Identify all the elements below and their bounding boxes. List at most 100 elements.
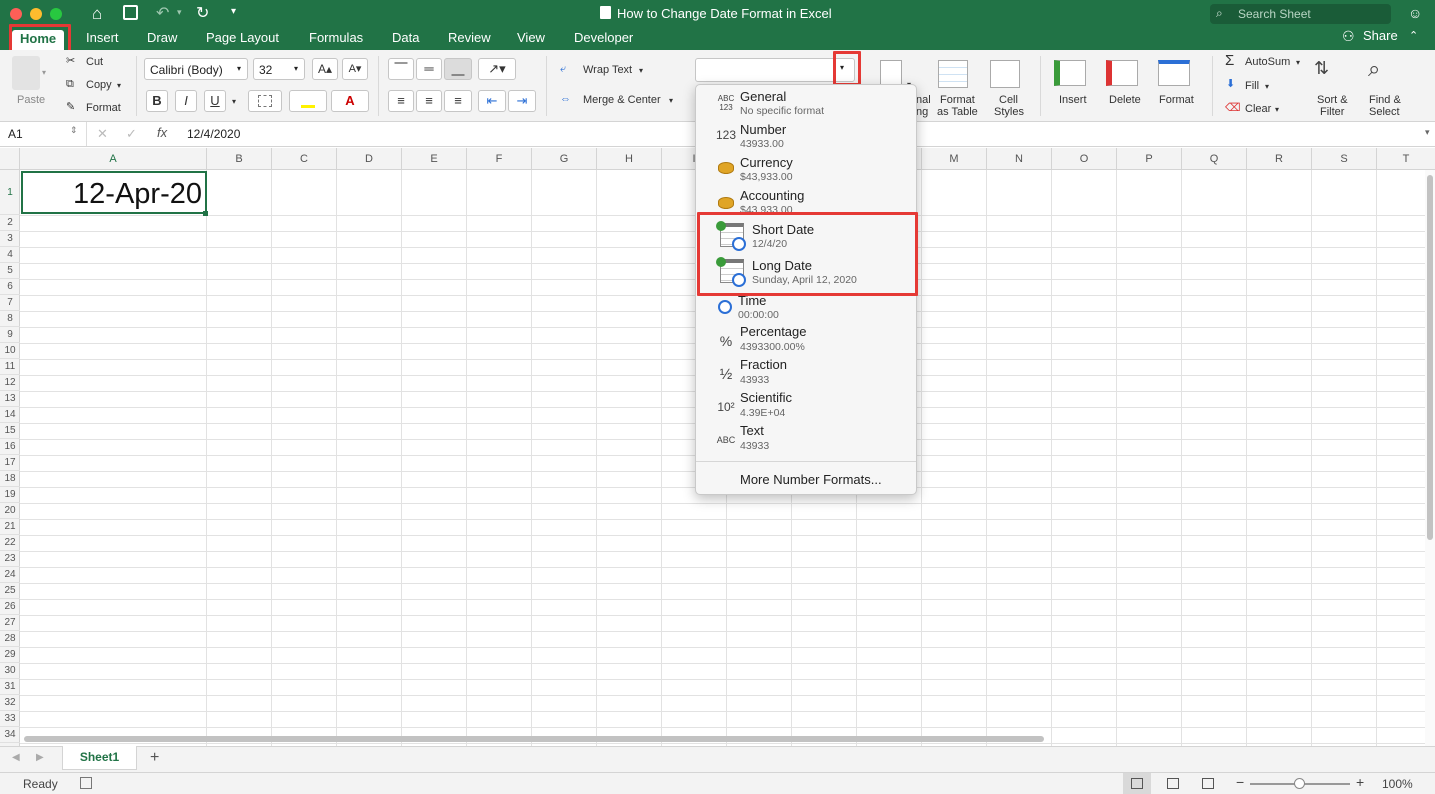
paste-icon[interactable] [12,56,40,90]
row-header[interactable]: 20 [0,503,20,519]
select-all-button[interactable] [0,148,20,170]
add-sheet-icon[interactable]: + [150,749,159,767]
sort-filter-icon[interactable]: ⇅ [1314,58,1329,79]
find-select-label-2[interactable]: Select [1369,106,1400,119]
customize-toolbar-icon[interactable]: ▾ [231,6,236,17]
column-header[interactable]: P [1117,148,1182,170]
cell-styles-icon[interactable] [990,60,1020,88]
column-header[interactable]: H [597,148,662,170]
menu-item-scientific[interactable]: 10² Scientific 4.39E+04 [696,390,916,427]
column-header[interactable]: E [402,148,467,170]
tab-page-layout[interactable]: Page Layout [204,30,281,50]
fill-handle[interactable] [203,211,208,216]
font-name-select[interactable]: Calibri (Body) ▾ [144,58,248,80]
vertical-scroll-thumb[interactable] [1427,175,1433,540]
increase-indent-button[interactable]: ⇥ [508,90,536,112]
merge-center-button[interactable]: Merge & Center [583,94,661,107]
tab-formulas[interactable]: Formulas [307,30,365,50]
formula-input[interactable]: 12/4/2020 [187,127,240,141]
next-sheet-icon[interactable]: ▶ [36,752,44,763]
expand-formula-bar-icon[interactable]: ▾ [1425,127,1430,138]
cut-button[interactable]: Cut [86,56,103,69]
name-box[interactable]: A1 [8,127,23,141]
row-header[interactable]: 7 [0,295,20,311]
insert-cells-button[interactable]: Insert [1059,94,1087,107]
row-header[interactable]: 4 [0,247,20,263]
column-header[interactable]: S [1312,148,1377,170]
redo-icon[interactable]: ↻ [196,3,209,23]
row-header[interactable]: 14 [0,407,20,423]
wrap-text-button[interactable]: Wrap Text [583,64,632,77]
align-bottom-button[interactable]: ⎽ [444,58,472,80]
row-header[interactable]: 19 [0,487,20,503]
menu-item-currency[interactable]: Currency $43,933.00 [696,154,916,187]
vertical-scrollbar[interactable] [1425,170,1435,746]
column-header[interactable]: Q [1182,148,1247,170]
paste-dropdown-icon[interactable]: ▾ [42,68,46,77]
align-left-button[interactable]: ≡ [388,90,414,112]
decrease-indent-button[interactable]: ⇤ [478,90,506,112]
menu-item-text[interactable]: ABC Text 43933 [696,423,916,460]
column-header[interactable]: R [1247,148,1312,170]
row-header[interactable]: 34 [0,727,20,743]
borders-button[interactable] [248,90,282,112]
conditional-formatting-label-2[interactable]: ng [916,106,928,119]
name-box-stepper-icon[interactable]: ⇕ [70,125,78,136]
home-icon[interactable]: ⌂ [92,4,102,24]
share-button[interactable]: Share [1363,28,1398,43]
more-number-formats-item[interactable]: More Number Formats... [740,472,882,487]
row-header[interactable]: 18 [0,471,20,487]
column-header[interactable]: B [207,148,272,170]
row-header[interactable]: 23 [0,551,20,567]
row-header[interactable]: 24 [0,567,20,583]
row-header[interactable]: 33 [0,711,20,727]
row-header[interactable]: 30 [0,663,20,679]
number-format-select[interactable] [695,58,855,82]
font-size-select[interactable]: 32 ▾ [253,58,305,80]
column-header[interactable]: T [1377,148,1435,170]
column-header[interactable]: G [532,148,597,170]
column-header[interactable]: O [1052,148,1117,170]
tab-review[interactable]: Review [446,30,493,50]
row-header[interactable]: 13 [0,391,20,407]
zoom-level[interactable]: 100% [1382,777,1413,791]
cut-icon[interactable]: ✂ [66,55,75,68]
page-layout-view-icon[interactable] [1167,778,1179,789]
format-painter-icon[interactable]: ✎ [66,101,75,114]
fill-button[interactable]: Fill [1245,80,1259,93]
macro-record-icon[interactable] [80,777,92,789]
delete-cells-icon[interactable] [1106,60,1138,86]
row-header[interactable]: 32 [0,695,20,711]
row-header[interactable]: 9 [0,327,20,343]
collapse-ribbon-icon[interactable]: ⌃ [1409,29,1418,42]
italic-button[interactable]: I [175,90,197,112]
copy-icon[interactable]: ⧉ [66,78,74,91]
row-header[interactable]: 25 [0,583,20,599]
row-header[interactable]: 27 [0,615,20,631]
insert-cells-icon[interactable] [1054,60,1086,86]
undo-icon[interactable]: ↶ [156,3,169,23]
sort-filter-label-2[interactable]: Filter [1320,106,1344,119]
zoom-out-icon[interactable]: − [1236,774,1244,790]
copy-button[interactable]: Copy [86,79,112,92]
bold-button[interactable]: B [146,90,168,112]
row-header[interactable]: 28 [0,631,20,647]
row-header[interactable]: 11 [0,359,20,375]
row-header[interactable]: 6 [0,279,20,295]
increase-font-size-button[interactable]: A▴ [312,58,338,80]
autosum-button[interactable]: AutoSum [1245,56,1290,69]
menu-item-fraction[interactable]: ½ Fraction 43933 [696,357,916,394]
copy-dropdown-icon[interactable]: ▾ [117,79,121,92]
undo-dropdown-icon[interactable]: ▾ [177,7,182,18]
previous-sheet-icon[interactable]: ◀ [12,752,20,763]
row-header[interactable]: 16 [0,439,20,455]
close-window-button[interactable] [10,8,22,20]
decrease-font-size-button[interactable]: A▾ [342,58,368,80]
search-box[interactable]: ⌕ Search Sheet [1210,4,1391,24]
cancel-icon[interactable]: ✕ [97,126,108,142]
menu-item-general[interactable]: ABC 123 General No specific format [696,88,916,121]
column-header[interactable]: F [467,148,532,170]
row-header[interactable]: 22 [0,535,20,551]
clear-dropdown-icon[interactable]: ▾ [1275,103,1279,116]
find-select-icon[interactable]: ⌕ [1368,56,1380,82]
